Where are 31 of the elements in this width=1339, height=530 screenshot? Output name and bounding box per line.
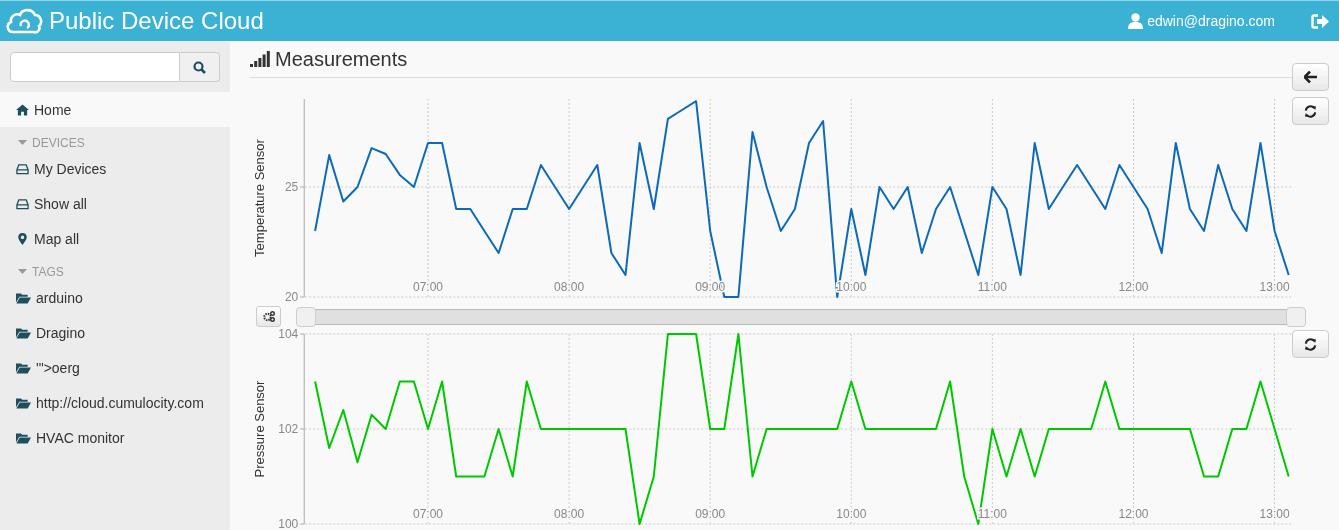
sidebar-item[interactable]: Dragino	[0, 315, 230, 350]
axis-label: 08:00	[554, 280, 585, 294]
axis-label: 07:00	[413, 507, 443, 521]
app-title: Public Device Cloud	[49, 7, 264, 35]
axis-label: 10:00	[836, 507, 867, 521]
page-title: Measurements	[275, 47, 408, 71]
sidebar-item[interactable]: Show all	[0, 186, 230, 221]
axis-label: 25	[284, 180, 299, 194]
section-heading: DEVICES	[32, 136, 85, 150]
axis-label: 20	[284, 290, 299, 304]
axis-label: 13:00	[1259, 280, 1290, 294]
axis-label: 09:00	[695, 507, 726, 521]
axis-label: 100	[278, 517, 299, 530]
axis-label: 13:00	[1259, 507, 1290, 521]
axis-title: Pressure Sensor	[252, 380, 267, 478]
sidebar-item[interactable]: Map all	[0, 221, 230, 256]
axis-label: 08:00	[554, 507, 585, 521]
sidebar-item[interactable]: http://cloud.cumulocity.com	[0, 385, 230, 420]
axis-label: 12:00	[1118, 280, 1149, 294]
sidebar-item[interactable]: '">oerg	[0, 350, 230, 385]
sidebar-item[interactable]: arduino	[0, 280, 230, 315]
axis-title: Temperature Sensor	[252, 139, 267, 257]
axis-label: 11:00	[977, 280, 1007, 294]
sidebar-item[interactable]: Home	[0, 92, 230, 127]
sidebar-item[interactable]: My Devices	[0, 151, 230, 186]
axis-label: 12:00	[1118, 507, 1149, 521]
axis-label: 07:00	[413, 280, 443, 294]
sidebar-item[interactable]: HVAC monitor	[0, 420, 230, 455]
section-heading: TAGS	[32, 265, 64, 279]
axis-label: 104	[278, 327, 299, 341]
axis-label: 102	[278, 422, 299, 436]
